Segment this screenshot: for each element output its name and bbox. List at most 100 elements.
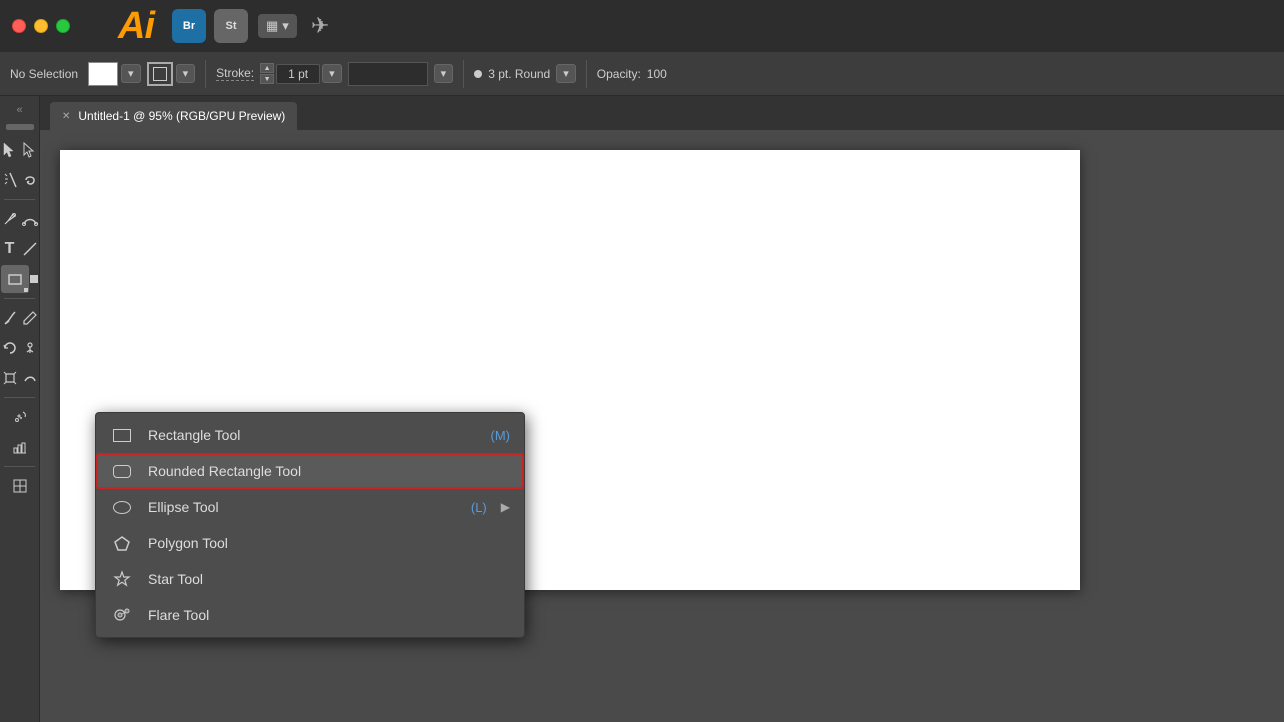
titlebar: Ai Br St ▦ ▾ ✈ (0, 0, 1284, 52)
polygon-tool-label: Polygon Tool (148, 535, 496, 551)
tab-untitled[interactable]: ✕ Untitled-1 @ 95% (RGB/GPU Preview) (50, 102, 297, 130)
brush-preview[interactable] (348, 62, 428, 86)
ellipse-tool-shortcut: (L) (471, 500, 487, 515)
workspace-switcher[interactable]: ▦ ▾ (258, 14, 297, 38)
menu-item-rectangle[interactable]: Rectangle Tool (M) (96, 417, 524, 453)
flare-tool-icon (110, 605, 134, 625)
stroke-up[interactable]: ▲ (260, 63, 274, 73)
mesh-tool[interactable] (6, 472, 34, 500)
point-style-dropdown[interactable]: ▾ (556, 64, 576, 83)
ellipse-arrow-icon: ▶ (501, 500, 510, 514)
line-tool[interactable] (20, 235, 39, 263)
rounded-rectangle-tool-label: Rounded Rectangle Tool (148, 463, 496, 479)
direct-selection-tool[interactable] (20, 136, 39, 164)
tool-sep-2 (4, 298, 35, 299)
paintbrush-tool[interactable] (0, 304, 19, 332)
minimize-button[interactable] (34, 19, 48, 33)
brush-dropdown[interactable]: ▾ (434, 64, 454, 83)
rounded-rect-shape (113, 465, 131, 478)
rectangle-tool-shortcut: (M) (491, 428, 511, 443)
collapse-toolbar[interactable]: « (16, 104, 22, 116)
rotate-tool[interactable] (0, 334, 19, 362)
pen-tool[interactable] (0, 205, 19, 233)
properties-bar: No Selection ▾ ▾ Stroke: ▲ ▼ ▾ ▾ 3 pt. R… (0, 52, 1284, 96)
menu-item-polygon[interactable]: Polygon Tool (96, 525, 524, 561)
tool-row-pen (0, 205, 39, 233)
magic-wand-icon (1, 171, 19, 189)
tool-sep-3 (4, 397, 35, 398)
puppet-warp-tool[interactable] (20, 334, 39, 362)
free-transform-tool[interactable] (0, 364, 19, 392)
tab-close-icon[interactable]: ✕ (62, 111, 70, 122)
direct-selection-icon (21, 141, 39, 159)
star-tool-label: Star Tool (148, 571, 496, 587)
rectangle-shape (113, 429, 131, 442)
stroke-down[interactable]: ▼ (260, 74, 274, 84)
pencil-tool[interactable] (20, 304, 39, 332)
stroke-label: Stroke: (216, 66, 254, 81)
tool-row-type: T (0, 235, 39, 263)
stroke-swatch-dropdown[interactable]: ▾ (176, 64, 196, 83)
tool-submenu-indicator (24, 288, 28, 292)
stroke-value[interactable] (276, 64, 320, 84)
bridge-icon[interactable]: Br (172, 9, 206, 43)
separator-3 (586, 60, 587, 88)
traffic-lights (12, 19, 70, 33)
menu-item-flare[interactable]: Flare Tool (96, 597, 524, 633)
close-button[interactable] (12, 19, 26, 33)
tool-row-symbol (0, 403, 39, 431)
flare-shape (113, 606, 131, 624)
symbol-sprayer-tool[interactable] (6, 403, 34, 431)
menu-item-rounded-rectangle[interactable]: Rounded Rectangle Tool (96, 453, 524, 489)
point-style: 3 pt. Round (474, 67, 550, 81)
paintbrush-icon (1, 309, 19, 327)
toolbar-sidebar: « (0, 96, 40, 722)
tool-row-rotate (0, 334, 39, 362)
pen-icon (1, 210, 19, 228)
dot-indicator (474, 70, 482, 78)
tool-row-mesh (0, 472, 39, 500)
rectangle-tool-label: Rectangle Tool (148, 427, 477, 443)
shape-context-menu: Rectangle Tool (M) Rounded Rectangle Too… (95, 412, 525, 638)
shaper-tool[interactable] (20, 364, 39, 392)
stock-icon[interactable]: St (214, 9, 248, 43)
flare-tool-label: Flare Tool (148, 607, 496, 623)
shape-icon (6, 270, 24, 288)
stroke-dropdown[interactable]: ▾ (322, 64, 342, 83)
point-style-label: 3 pt. Round (488, 67, 550, 81)
rounded-rectangle-tool-icon (110, 461, 134, 481)
stroke-swatch[interactable] (147, 62, 173, 86)
fill-dropdown[interactable]: ▾ (121, 64, 141, 83)
selection-icon (1, 141, 19, 159)
curvature-tool[interactable] (20, 205, 39, 233)
maximize-button[interactable] (56, 19, 70, 33)
type-tool[interactable]: T (0, 235, 19, 263)
menu-item-ellipse[interactable]: Ellipse Tool (L) ▶ (96, 489, 524, 525)
magic-wand-tool[interactable] (0, 166, 19, 194)
workspace-icon: ▦ (266, 18, 278, 34)
ellipse-shape (113, 501, 131, 514)
small-rect-indicator (30, 275, 38, 283)
ellipse-tool-label: Ellipse Tool (148, 499, 457, 515)
free-transform-icon (1, 369, 19, 387)
column-graph-icon (11, 438, 29, 456)
app-logo: Ai (118, 5, 154, 48)
tool-row-free (0, 364, 39, 392)
send-icon[interactable]: ✈ (311, 13, 329, 39)
stroke-spinners[interactable]: ▲ ▼ (260, 63, 274, 84)
opacity-value: 100 (647, 67, 667, 81)
rectangle-tool-icon (110, 425, 134, 445)
tab-label: Untitled-1 @ 95% (RGB/GPU Preview) (78, 109, 285, 123)
workspace-chevron: ▾ (282, 18, 289, 34)
menu-item-star[interactable]: Star Tool (96, 561, 524, 597)
column-graph-tool[interactable] (6, 433, 34, 461)
scroll-indicator (6, 124, 34, 130)
star-tool-icon (110, 569, 134, 589)
fill-swatch[interactable] (88, 62, 118, 86)
shape-tool[interactable] (1, 265, 29, 293)
lasso-tool[interactable] (20, 166, 39, 194)
tab-bar: ✕ Untitled-1 @ 95% (RGB/GPU Preview) (40, 96, 1284, 130)
tool-sep-4 (4, 466, 35, 467)
mesh-icon (11, 477, 29, 495)
selection-tool[interactable] (0, 136, 19, 164)
